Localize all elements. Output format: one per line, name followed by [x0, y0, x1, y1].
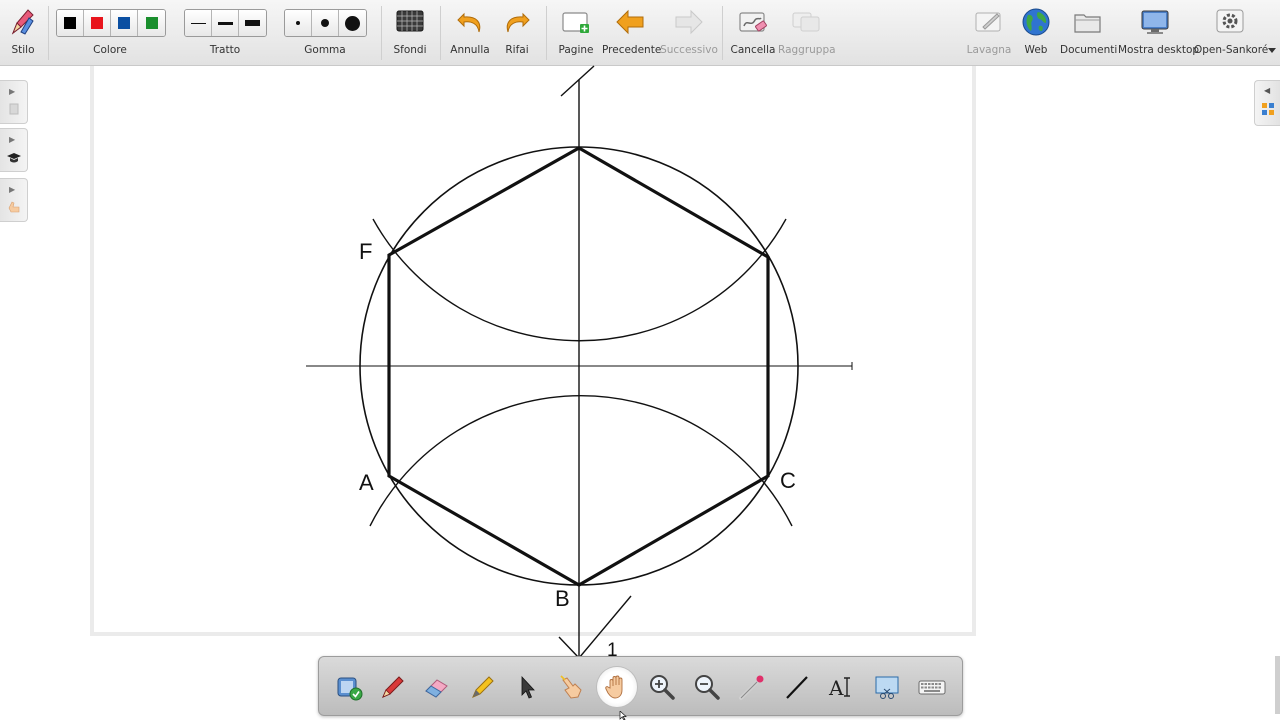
bottom-toolbar: A: [318, 656, 963, 716]
pen-tool-button[interactable]: [373, 667, 413, 707]
geometry-drawing: F A C B 1: [306, 65, 853, 677]
play-tool-button[interactable]: [552, 667, 592, 707]
zoom-in-tool-button[interactable]: [642, 667, 682, 707]
eraser-icon: [425, 679, 448, 698]
eraser-tool-button[interactable]: [417, 667, 457, 707]
keyboard-icon: [918, 680, 946, 695]
hand-icon: [605, 675, 623, 699]
select-tool-button[interactable]: [507, 667, 547, 707]
pointing-hand-icon: [560, 675, 582, 699]
mouse-cursor-icon: [619, 711, 627, 720]
laser-pointer-icon: [739, 675, 764, 700]
zoom-in-icon: [650, 675, 675, 700]
line-tool-button[interactable]: [777, 667, 817, 707]
bottom-construction-mark: [578, 595, 632, 659]
palette-icon: [337, 677, 363, 701]
vertex-label-c: C: [780, 468, 796, 493]
text-tool-button[interactable]: A: [822, 667, 862, 707]
interactor-tool-button[interactable]: [329, 667, 369, 707]
capture-icon: [875, 676, 899, 699]
bottom-construction-mark-left: [558, 636, 580, 659]
line-icon: [786, 676, 808, 699]
lower-construction-arc: [369, 395, 793, 527]
capture-tool-button[interactable]: [867, 667, 907, 707]
vertex-label-b: B: [555, 586, 570, 611]
vertex-label-a: A: [359, 470, 374, 495]
vertex-label-f: F: [359, 239, 372, 264]
top-construction-mark: [560, 65, 595, 97]
highlighter-icon: [472, 676, 494, 698]
arrow-cursor-icon: [521, 675, 535, 699]
virtual-keyboard-button[interactable]: [912, 667, 952, 707]
laser-pointer-tool-button[interactable]: [732, 667, 772, 707]
text-icon: A: [828, 676, 850, 700]
svg-text:A: A: [828, 676, 844, 700]
zoom-out-icon: [695, 675, 720, 700]
zoom-out-tool-button[interactable]: [687, 667, 727, 707]
highlighter-tool-button[interactable]: [462, 667, 502, 707]
pen-icon: [382, 676, 404, 698]
hand-tool-button[interactable]: [597, 667, 637, 707]
